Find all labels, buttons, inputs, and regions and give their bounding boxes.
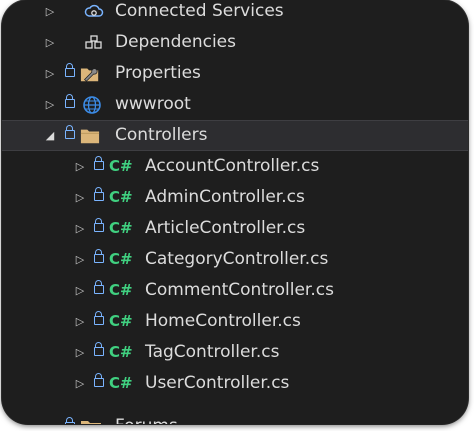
solution-explorer-panel: ▷ Connected Services ▷ Dependencies ▷ Pr… bbox=[2, 0, 468, 424]
tree-item-label: UserController.cs bbox=[145, 373, 290, 393]
tree-item-label: HomeController.cs bbox=[145, 311, 301, 331]
csharp-icon: C# bbox=[109, 219, 133, 237]
solution-tree: ▷ Connected Services ▷ Dependencies ▷ Pr… bbox=[2, 0, 468, 399]
expand-arrow-icon[interactable]: ▷ bbox=[44, 0, 56, 27]
lock-icon bbox=[94, 249, 104, 263]
expand-arrow-icon[interactable]: ▷ bbox=[44, 27, 56, 58]
tree-item-wwwroot[interactable]: ▷ wwwroot bbox=[2, 89, 468, 120]
tree-item-controllers[interactable]: ◢ Controllers bbox=[2, 120, 468, 151]
dependencies-icon bbox=[85, 35, 102, 49]
tree-item-label: Controllers bbox=[115, 125, 208, 145]
tree-item-comment-controller[interactable]: ▷ C# CommentController.cs bbox=[2, 275, 468, 306]
expand-arrow-icon[interactable]: ▷ bbox=[74, 182, 86, 213]
expand-arrow-icon[interactable]: ▷ bbox=[74, 368, 86, 399]
tree-item-label: AccountController.cs bbox=[145, 156, 320, 176]
expand-arrow-icon[interactable]: ▷ bbox=[74, 306, 86, 337]
lock-icon bbox=[94, 311, 104, 325]
expand-arrow-icon[interactable]: ▷ bbox=[44, 89, 56, 120]
tree-item-label: wwwroot bbox=[115, 94, 191, 114]
tree-item-label: Forums bbox=[115, 416, 178, 424]
folder-icon bbox=[81, 421, 101, 424]
tree-item-tag-controller[interactable]: ▷ C# TagController.cs bbox=[2, 337, 468, 368]
tree-item-label: ArticleController.cs bbox=[145, 218, 306, 238]
globe-icon bbox=[83, 96, 101, 114]
tree-item-account-controller[interactable]: ▷ C# AccountController.cs bbox=[2, 151, 468, 182]
tree-item-home-controller[interactable]: ▷ C# HomeController.cs bbox=[2, 306, 468, 337]
tree-item-category-controller[interactable]: ▷ C# CategoryController.cs bbox=[2, 244, 468, 275]
csharp-icon: C# bbox=[109, 157, 133, 175]
expand-arrow-icon[interactable]: ▷ bbox=[74, 337, 86, 368]
csharp-icon: C# bbox=[109, 188, 133, 206]
csharp-icon: C# bbox=[109, 312, 133, 330]
tree-item-label: Connected Services bbox=[115, 1, 284, 21]
lock-icon bbox=[65, 63, 75, 77]
lock-icon bbox=[65, 94, 75, 108]
tree-item-label: AdminController.cs bbox=[145, 187, 305, 207]
connected-services-icon bbox=[84, 4, 104, 17]
tree-item-user-controller[interactable]: ▷ C# UserController.cs bbox=[2, 368, 468, 399]
lock-icon bbox=[94, 342, 104, 356]
tree-item-label: CommentController.cs bbox=[145, 280, 334, 300]
lock-icon bbox=[94, 280, 104, 294]
csharp-icon: C# bbox=[109, 281, 133, 299]
tree-item-article-controller[interactable]: ▷ C# ArticleController.cs bbox=[2, 213, 468, 244]
expand-arrow-icon[interactable]: ▷ bbox=[74, 275, 86, 306]
expand-arrow-icon[interactable]: ▷ bbox=[74, 151, 86, 182]
tree-item-label: Dependencies bbox=[115, 32, 236, 52]
collapse-arrow-icon[interactable]: ◢ bbox=[44, 121, 56, 150]
expand-arrow-icon[interactable]: ▷ bbox=[74, 244, 86, 275]
lock-icon bbox=[94, 156, 104, 170]
tree-item-label: CategoryController.cs bbox=[145, 249, 329, 269]
expand-arrow-icon[interactable]: ▷ bbox=[74, 213, 86, 244]
folder-icon bbox=[80, 129, 100, 144]
lock-icon bbox=[65, 125, 75, 139]
csharp-icon: C# bbox=[109, 374, 133, 392]
tree-item-label: Properties bbox=[115, 63, 201, 83]
tree-item-connected-services[interactable]: ▷ Connected Services bbox=[2, 0, 468, 27]
tree-item-admin-controller[interactable]: ▷ C# AdminController.cs bbox=[2, 182, 468, 213]
csharp-icon: C# bbox=[109, 343, 133, 361]
tree-item-dependencies[interactable]: ▷ Dependencies bbox=[2, 27, 468, 58]
lock-icon bbox=[65, 417, 75, 424]
lock-icon bbox=[94, 218, 104, 232]
expand-arrow-icon[interactable]: ▷ bbox=[44, 58, 56, 89]
tree-item-label: TagController.cs bbox=[145, 342, 280, 362]
properties-icon bbox=[80, 68, 99, 82]
tree-item-forums-partial[interactable]: Forums bbox=[2, 414, 468, 424]
tree-item-properties[interactable]: ▷ Properties bbox=[2, 58, 468, 89]
csharp-icon: C# bbox=[109, 250, 133, 268]
lock-icon bbox=[94, 187, 104, 201]
lock-icon bbox=[94, 373, 104, 387]
